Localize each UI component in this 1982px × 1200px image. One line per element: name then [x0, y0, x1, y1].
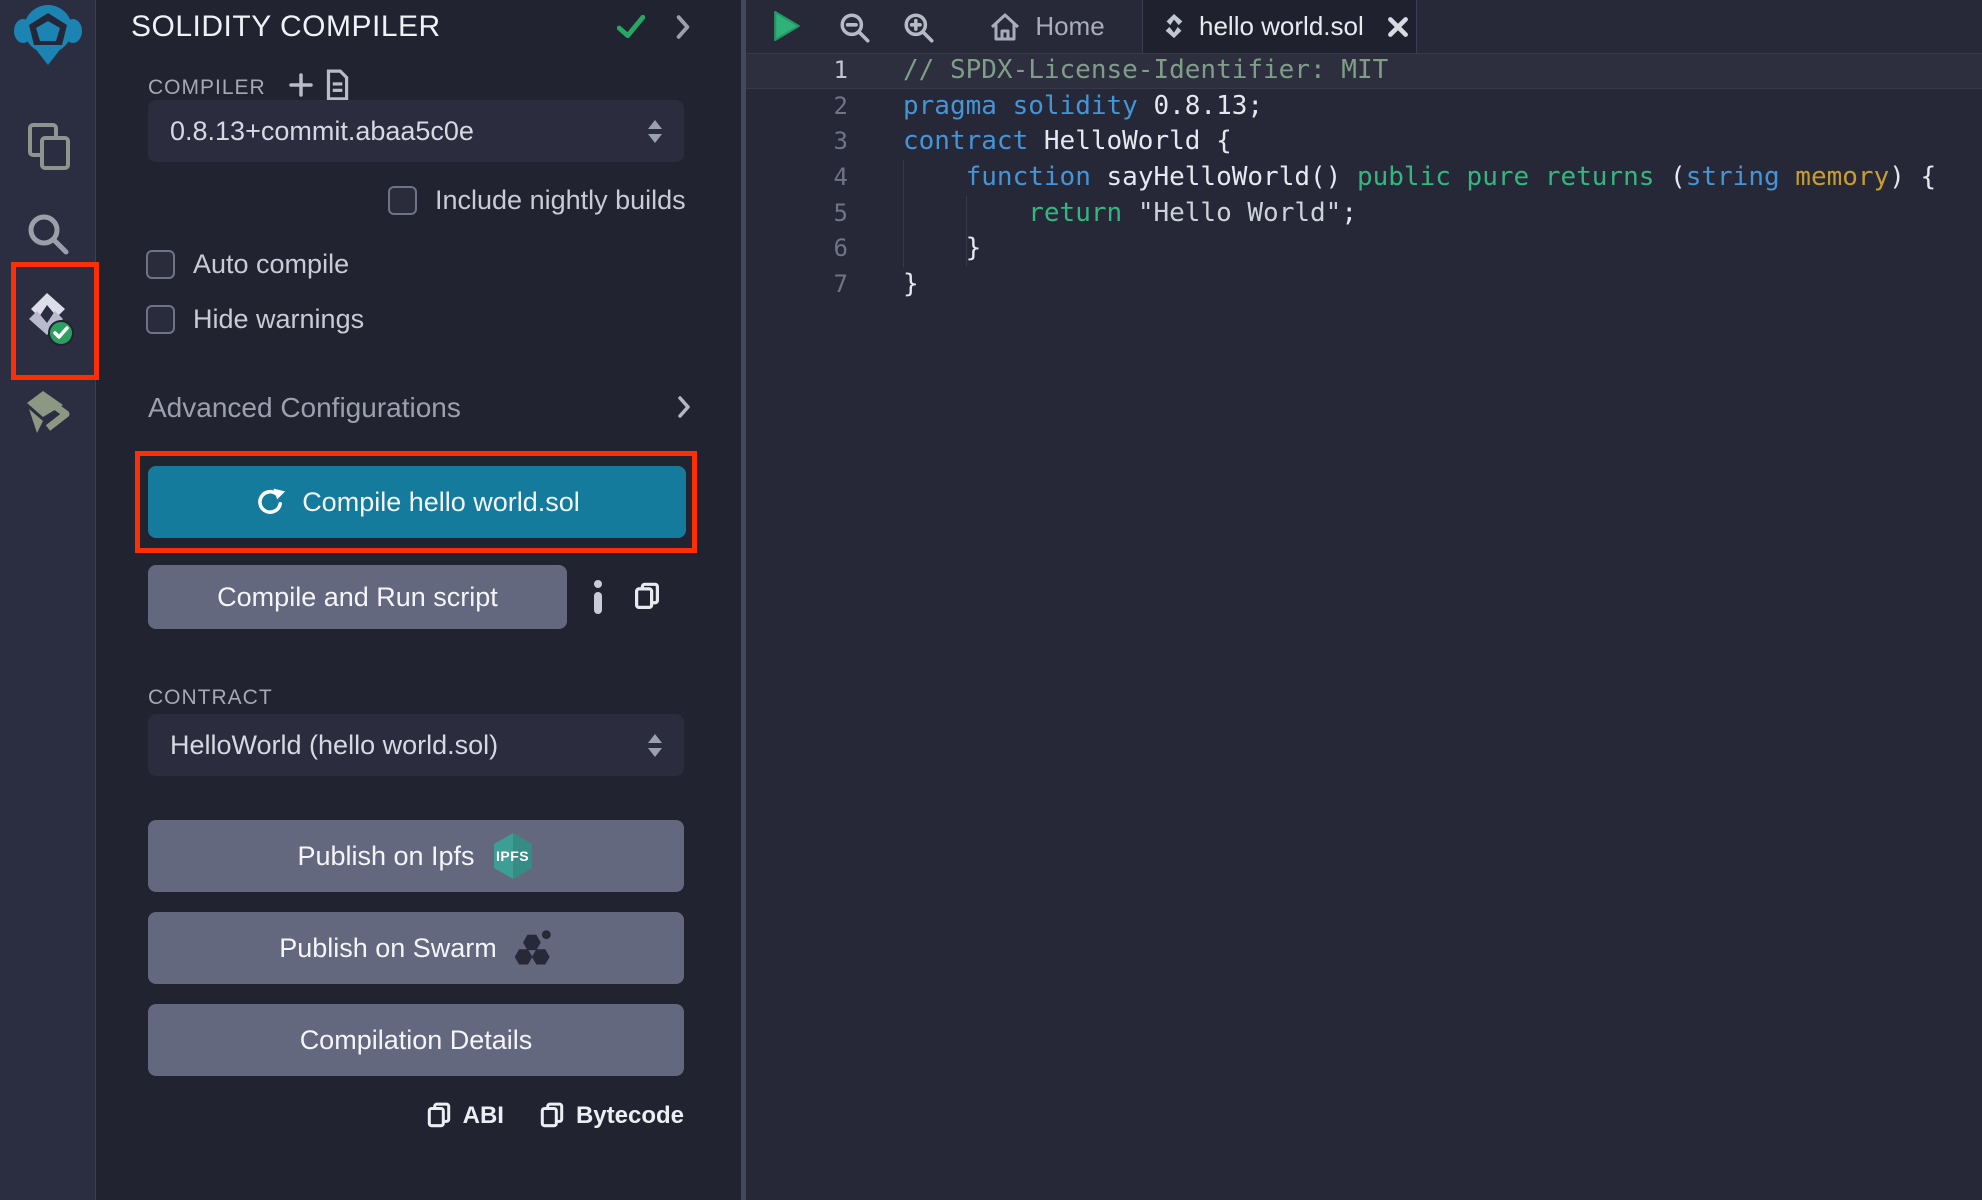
tab-hello-world-sol[interactable]: hello world.sol [1143, 0, 1417, 53]
zoom-in-button[interactable] [902, 11, 936, 45]
close-tab-icon[interactable] [1386, 15, 1410, 39]
ipfs-badge-text: IPFS [496, 848, 529, 864]
tab-hello-world-sol-label: hello world.sol [1199, 11, 1364, 42]
refresh-icon [254, 486, 286, 518]
code-text: } [903, 231, 981, 267]
compile-and-run-label: Compile and Run script [217, 582, 498, 613]
line-number: 2 [746, 89, 848, 125]
compile-success-check-icon [617, 13, 645, 46]
panel-title: SOLIDITY COMPILER [131, 10, 441, 44]
compile-button[interactable]: Compile hello world.sol [148, 466, 686, 538]
hide-warnings-row: Hide warnings [146, 304, 364, 335]
contract-section-label: CONTRACT [148, 686, 273, 710]
select-spinner-icon [648, 120, 662, 143]
nightly-builds-row: Include nightly builds [388, 185, 686, 216]
code-line[interactable]: 2 pragma solidity 0.8.13; [746, 89, 1982, 125]
remix-logo-button[interactable] [0, 4, 96, 70]
copy-bytecode-button[interactable]: Bytecode [538, 1102, 684, 1130]
code-text: contract HelloWorld { [903, 124, 1232, 160]
code-editor[interactable]: 1 // SPDX-License-Identifier: MIT 2 pragma … [746, 53, 1982, 1200]
compile-button-label: Compile hello world.sol [302, 487, 580, 518]
line-number: 7 [746, 267, 848, 303]
code-line[interactable]: 7} [746, 267, 1982, 303]
add-custom-compiler-icon[interactable] [288, 72, 314, 103]
compiler-version-select[interactable]: 0.8.13+commit.abaa5c0e [148, 100, 684, 162]
code-text: } [903, 267, 919, 303]
auto-compile-label: Auto compile [193, 249, 349, 280]
compile-and-run-button[interactable]: Compile and Run script [148, 565, 567, 629]
compilation-details-label: Compilation Details [300, 1025, 533, 1056]
ipfs-icon: IPFS [491, 832, 535, 880]
editor-tab-strip: Home hello world.sol [746, 0, 1982, 53]
advanced-configurations-link[interactable]: Advanced Configurations [148, 392, 461, 424]
code-line[interactable]: 1 // SPDX-License-Identifier: MIT [746, 53, 1982, 89]
publish-swarm-button[interactable]: Publish on Swarm [148, 912, 684, 984]
sidebar-item-file-explorer[interactable] [0, 120, 96, 176]
compiler-section-label: COMPILER [148, 76, 266, 100]
code-text: // SPDX-License-Identifier: MIT [903, 53, 1388, 89]
select-spinner-icon [648, 734, 662, 757]
tab-home[interactable]: Home [951, 0, 1143, 53]
line-number: 3 [746, 124, 848, 160]
solidity-compiler-icon [19, 289, 77, 356]
editor-region: Home hello world.sol 1// SPDX-Lice [741, 0, 1982, 1200]
contract-select[interactable]: HelloWorld (hello world.sol) [148, 714, 684, 776]
code-line[interactable]: 4 function sayHelloWorld() public pure r… [746, 160, 1982, 196]
copy-artifacts-row: ABI Bytecode [96, 1102, 684, 1130]
nightly-builds-label: Include nightly builds [435, 185, 686, 216]
sidebar-item-deploy-run[interactable] [0, 386, 96, 442]
nightly-builds-checkbox[interactable] [388, 186, 417, 215]
indent-guide [903, 160, 904, 267]
copy-icon [538, 1102, 566, 1130]
contract-select-value: HelloWorld (hello world.sol) [170, 730, 648, 761]
compiler-version-value: 0.8.13+commit.abaa5c0e [170, 116, 648, 147]
auto-compile-checkbox[interactable] [146, 250, 175, 279]
info-icon[interactable] [592, 580, 604, 619]
publish-swarm-label: Publish on Swarm [279, 933, 497, 964]
code-lines: 1 // SPDX-License-Identifier: MIT 2 pragma … [746, 53, 1982, 303]
hide-warnings-checkbox[interactable] [146, 305, 175, 334]
bytecode-label: Bytecode [576, 1102, 684, 1130]
sidebar-item-search[interactable] [0, 208, 96, 264]
search-icon [23, 209, 73, 264]
run-script-button[interactable] [772, 9, 802, 43]
solidity-compiler-panel: SOLIDITY COMPILER COMPILER 0.8.13+commit… [96, 0, 741, 1200]
copy-run-script-icon[interactable] [632, 582, 662, 617]
copy-abi-button[interactable]: ABI [425, 1102, 504, 1130]
sidebar-item-solidity-compiler[interactable] [0, 290, 96, 354]
publish-ipfs-button[interactable]: Publish on Ipfs IPFS [148, 820, 684, 892]
hide-warnings-label: Hide warnings [193, 304, 364, 335]
code-line[interactable]: 6 } [746, 231, 1982, 267]
code-text: return "Hello World"; [903, 196, 1357, 232]
line-number: 1 [746, 53, 848, 89]
code-line[interactable]: 5 return "Hello World"; [746, 196, 1982, 232]
solidity-file-icon [1161, 12, 1187, 42]
code-line[interactable]: 3 contract HelloWorld { [746, 124, 1982, 160]
file-explorer-icon [22, 120, 74, 177]
copy-icon [425, 1102, 453, 1130]
home-icon [988, 11, 1022, 43]
remix-ide: SOLIDITY COMPILER COMPILER 0.8.13+commit… [0, 0, 1982, 1200]
line-number: 6 [746, 231, 848, 267]
abi-label: ABI [463, 1102, 504, 1130]
tab-home-label: Home [1035, 11, 1104, 42]
remix-logo-icon [11, 3, 85, 72]
swarm-icon [513, 929, 553, 967]
code-text: pragma solidity 0.8.13; [903, 89, 1263, 125]
panel-collapse-chevron-icon[interactable] [674, 15, 692, 44]
auto-compile-row: Auto compile [146, 249, 349, 280]
deploy-run-icon [21, 387, 75, 442]
line-number: 5 [746, 196, 848, 232]
zoom-out-button[interactable] [838, 11, 872, 45]
publish-ipfs-label: Publish on Ipfs [297, 841, 474, 872]
code-text: function sayHelloWorld() public pure ret… [903, 160, 1936, 196]
advanced-configurations-chevron-icon[interactable] [676, 396, 692, 423]
compilation-details-button[interactable]: Compilation Details [148, 1004, 684, 1076]
icon-sidebar [0, 0, 96, 1200]
line-number: 4 [746, 160, 848, 196]
indent-guide [966, 196, 967, 267]
